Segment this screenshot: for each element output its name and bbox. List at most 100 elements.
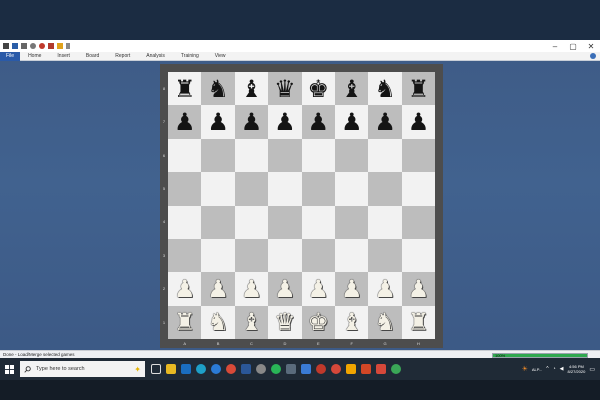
square-g4[interactable] <box>368 205 402 239</box>
square-h1[interactable]: ♜ <box>401 305 436 340</box>
square-g7[interactable]: ♟ <box>368 105 402 139</box>
square-c4[interactable] <box>234 205 269 239</box>
square-f2[interactable]: ♟ <box>335 272 369 306</box>
taskbar-search-box[interactable]: Type here to search ✦ <box>20 361 145 377</box>
square-g2[interactable]: ♟ <box>368 272 402 306</box>
square-d1[interactable]: ♛ <box>268 305 302 340</box>
white-pawn-icon[interactable]: ♟ <box>374 277 396 301</box>
square-h2[interactable]: ♟ <box>401 272 436 306</box>
powerpoint-icon[interactable] <box>361 364 371 374</box>
outlook-icon[interactable] <box>181 364 191 374</box>
white-pawn-icon[interactable]: ♟ <box>174 277 196 301</box>
white-pawn-icon[interactable]: ♟ <box>207 277 229 301</box>
square-e3[interactable] <box>301 239 335 273</box>
edge-icon[interactable] <box>196 364 206 374</box>
white-rook-icon[interactable]: ♜ <box>408 310 430 334</box>
black-queen-icon[interactable]: ♛ <box>274 77 296 101</box>
chess-app-icon[interactable] <box>256 364 266 374</box>
square-d8[interactable]: ♛ <box>268 72 302 106</box>
square-h4[interactable] <box>401 205 436 239</box>
black-pawn-icon[interactable]: ♟ <box>408 110 430 134</box>
white-knight-icon[interactable]: ♞ <box>374 310 396 334</box>
app-icon[interactable] <box>286 364 296 374</box>
tab-analysis[interactable]: Analysis <box>138 52 173 61</box>
black-pawn-icon[interactable]: ♟ <box>274 110 296 134</box>
save-icon[interactable] <box>12 43 18 49</box>
square-c2[interactable]: ♟ <box>234 272 269 306</box>
square-f5[interactable] <box>335 172 369 206</box>
black-king-icon[interactable]: ♚ <box>308 77 330 101</box>
white-pawn-icon[interactable]: ♟ <box>241 277 263 301</box>
square-f7[interactable]: ♟ <box>335 105 369 139</box>
help-icon[interactable] <box>590 53 596 59</box>
square-g6[interactable] <box>368 138 402 173</box>
square-c5[interactable] <box>234 172 269 206</box>
calendar-icon[interactable] <box>376 364 386 374</box>
white-knight-icon[interactable]: ♞ <box>207 310 229 334</box>
tab-insert[interactable]: Insert <box>49 52 78 61</box>
whatsapp-icon[interactable] <box>271 364 281 374</box>
square-b1[interactable]: ♞ <box>201 305 235 340</box>
square-c6[interactable] <box>234 138 269 173</box>
notification-icon[interactable]: ▭ <box>589 366 595 373</box>
square-a1[interactable]: ♜ <box>168 305 202 340</box>
square-b4[interactable] <box>201 205 235 239</box>
chrome-3-icon[interactable] <box>391 364 401 374</box>
file-explorer-icon[interactable] <box>166 364 176 374</box>
black-pawn-icon[interactable]: ♟ <box>207 110 229 134</box>
tab-view[interactable]: View <box>207 52 234 61</box>
square-b6[interactable] <box>201 138 235 173</box>
square-e4[interactable] <box>301 205 335 239</box>
square-a7[interactable]: ♟ <box>168 105 202 139</box>
square-g1[interactable]: ♞ <box>368 305 402 340</box>
black-knight-icon[interactable]: ♞ <box>374 77 396 101</box>
square-h3[interactable] <box>401 239 436 273</box>
tab-file[interactable]: File <box>0 51 21 61</box>
square-c3[interactable] <box>234 239 269 273</box>
network-icon[interactable]: ◔ <box>553 366 556 372</box>
square-g3[interactable] <box>368 239 402 273</box>
square-f1[interactable]: ♝ <box>335 305 369 340</box>
black-bishop-icon[interactable]: ♝ <box>241 77 263 101</box>
undo-icon[interactable] <box>21 43 27 49</box>
white-bishop-icon[interactable]: ♝ <box>241 310 263 334</box>
square-d6[interactable] <box>268 138 302 173</box>
white-queen-icon[interactable]: ♛ <box>274 310 296 334</box>
black-rook-icon[interactable]: ♜ <box>408 77 430 101</box>
black-knight-icon[interactable]: ♞ <box>207 77 229 101</box>
square-d4[interactable] <box>268 205 302 239</box>
edge-legacy-icon[interactable] <box>211 364 221 374</box>
start-button[interactable] <box>0 358 18 380</box>
dropdown-icon[interactable] <box>66 43 70 49</box>
square-b3[interactable] <box>201 239 235 273</box>
square-a3[interactable] <box>168 239 202 273</box>
square-f4[interactable] <box>335 205 369 239</box>
media-icon[interactable] <box>316 364 326 374</box>
piece-icon[interactable] <box>48 43 54 49</box>
square-a2[interactable]: ♟ <box>168 272 202 306</box>
square-f3[interactable] <box>335 239 369 273</box>
square-g8[interactable]: ♞ <box>368 72 402 106</box>
square-d5[interactable] <box>268 172 302 206</box>
tab-home[interactable]: Home <box>20 52 49 61</box>
engine-icon[interactable] <box>39 43 45 49</box>
square-e6[interactable] <box>301 138 335 173</box>
white-pawn-icon[interactable]: ♟ <box>274 277 296 301</box>
square-h6[interactable] <box>401 138 436 173</box>
square-b2[interactable]: ♟ <box>201 272 235 306</box>
square-d2[interactable]: ♟ <box>268 272 302 306</box>
black-pawn-icon[interactable]: ♟ <box>241 110 263 134</box>
tray-chevron-icon[interactable]: ^ <box>546 366 548 372</box>
tab-board[interactable]: Board <box>78 52 107 61</box>
black-bishop-icon[interactable]: ♝ <box>341 77 363 101</box>
redo-icon[interactable] <box>30 43 36 49</box>
square-g5[interactable] <box>368 172 402 206</box>
square-a6[interactable] <box>168 138 202 173</box>
taskbar-clock[interactable]: 4:56 PM 8/27/2020 <box>568 364 586 374</box>
square-c1[interactable]: ♝ <box>234 305 269 340</box>
task-view-icon[interactable] <box>151 364 161 374</box>
white-pawn-icon[interactable]: ♟ <box>308 277 330 301</box>
word-icon[interactable] <box>241 364 251 374</box>
chrome-2-icon[interactable] <box>331 364 341 374</box>
square-c8[interactable]: ♝ <box>234 72 269 106</box>
